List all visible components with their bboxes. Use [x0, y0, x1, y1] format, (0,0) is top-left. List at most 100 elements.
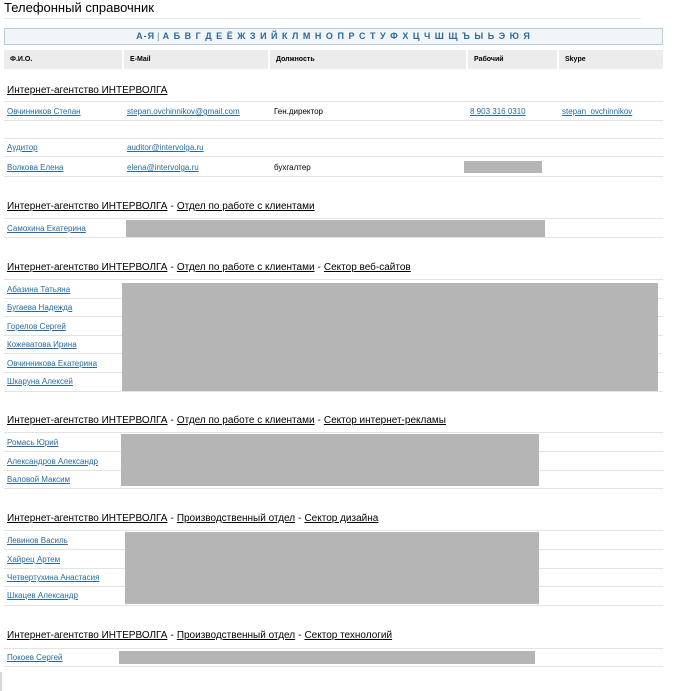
row-divider — [4, 101, 663, 102]
row-divider — [4, 176, 663, 177]
alphabet-letter-link[interactable]: Ф — [390, 31, 399, 41]
breadcrumb-sector[interactable]: Сектор веб-сайтов — [324, 262, 411, 273]
alphabet-letter-link[interactable]: Ш — [435, 31, 445, 41]
alphabet-letters: А Б В Г Д Е Ё Ж З И Й К Л М Н О П Р С Т … — [163, 31, 531, 41]
contact-name-link[interactable]: Шкацев Александр — [7, 591, 78, 601]
contact-name-link[interactable]: Левинов Василь — [7, 536, 68, 546]
group-title: Интернет-агентство ИНТЕРВОЛГА - Производст… — [7, 630, 393, 641]
alphabet-letter-link[interactable]: З — [250, 31, 257, 41]
alphabet-all-link[interactable]: А-Я — [136, 31, 155, 41]
contact-name-link[interactable]: Кожеватова Ирина — [7, 340, 77, 350]
contact-name-link[interactable]: Шкаруна Алексей — [7, 377, 73, 387]
alphabet-letter-link[interactable]: Ь — [488, 31, 495, 41]
contact-name-link[interactable]: Ромась Юрий — [7, 438, 58, 448]
alphabet-letter-link[interactable]: П — [337, 31, 344, 41]
contact-skype-link[interactable]: stepan_ovchinnikov — [562, 107, 632, 117]
alphabet-letter-link[interactable]: Х — [402, 31, 409, 41]
row-divider — [4, 138, 663, 139]
breadcrumb-company[interactable]: Интернет-агентство ИНТЕРВОЛГА — [7, 262, 167, 273]
page-title: Телефонный справочник — [4, 0, 154, 15]
header-work-phone: Рабочий — [468, 50, 557, 69]
row-divider — [4, 605, 663, 606]
contact-name-link[interactable]: Самохина Екатерина — [7, 224, 86, 234]
alphabet-letter-link[interactable]: А — [163, 31, 171, 41]
row-divider — [4, 237, 663, 238]
group-title: Интернет-агентство ИНТЕРВОЛГА - Отдел по р… — [7, 262, 411, 273]
alphabet-letter-link[interactable]: Е — [216, 31, 223, 41]
contact-name-link[interactable]: Бугаева Надежда — [7, 303, 72, 313]
alphabet-letter-link[interactable]: И — [260, 31, 267, 41]
contact-email-link[interactable]: stepan.ovchinnikov@gmail.com — [127, 107, 240, 117]
alphabet-letter-link[interactable]: Д — [205, 31, 212, 41]
breadcrumb-sector[interactable]: Сектор технологий — [304, 630, 392, 641]
title-divider — [4, 18, 641, 19]
contact-email-link[interactable]: elena@intervolga.ru — [127, 163, 199, 173]
group-title: Интернет-агентство ИНТЕРВОЛГА - Производст… — [7, 513, 379, 524]
breadcrumb-company[interactable]: Интернет-агентство ИНТЕРВОЛГА — [7, 201, 167, 212]
alphabet-letter-link[interactable]: О — [326, 31, 334, 41]
contact-name-link[interactable]: Аудитор — [7, 143, 38, 153]
alphabet-letter-link[interactable]: Б — [174, 31, 181, 41]
contact-name-link[interactable]: Горелов Сергей — [7, 322, 66, 332]
breadcrumb-department[interactable]: Отдел по работе с клиентами — [177, 415, 315, 426]
row-divider — [4, 666, 663, 667]
contact-name-link[interactable]: Овчинникова Екатерина — [7, 359, 97, 369]
alphabet-letter-link[interactable]: Э — [499, 31, 506, 41]
redacted-block — [126, 220, 545, 237]
breadcrumb-sector[interactable]: Сектор интернет-рекламы — [324, 415, 446, 426]
breadcrumb-sector[interactable]: Сектор дизайна — [304, 513, 378, 524]
alphabet-letter-link[interactable]: Н — [315, 31, 323, 41]
alphabet-letter-link[interactable]: Т — [370, 31, 377, 41]
breadcrumb-company[interactable]: Интернет-агентство ИНТЕРВОЛГА — [7, 630, 167, 641]
alphabet-letter-link[interactable]: Й — [271, 31, 278, 41]
row-divider — [4, 120, 663, 121]
alphabet-letter-link[interactable]: Ж — [237, 31, 246, 41]
alphabet-letter-link[interactable]: Ы — [474, 31, 484, 41]
header-position: Должность — [270, 50, 466, 69]
contact-email-link[interactable]: auditor@intervolga.ru — [127, 143, 204, 153]
alphabet-letter-link[interactable]: К — [282, 31, 289, 41]
redacted-block — [125, 532, 539, 604]
alphabet-letter-link[interactable]: С — [359, 31, 367, 41]
alphabet-letter-link[interactable]: У — [380, 31, 387, 41]
alphabet-letter-link[interactable]: Ю — [510, 31, 520, 41]
contact-name-link[interactable]: Покоев Сергей — [7, 653, 63, 663]
redacted-block — [121, 434, 539, 486]
alphabet-bar: А-Я | А Б В Г Д Е Ё Ж З И Й К Л М Н О П Р … — [4, 28, 663, 45]
contact-name-link[interactable]: Абазина Татьяна — [7, 285, 70, 295]
alphabet-letter-link[interactable]: Р — [348, 31, 355, 41]
header-name: Ф.И.О. — [4, 50, 122, 69]
contact-phone-link[interactable]: 8 903 316 0310 — [470, 107, 526, 117]
alphabet-letter-link[interactable]: Л — [292, 31, 299, 41]
alphabet-letter-link[interactable]: Ч — [424, 31, 431, 41]
breadcrumb-company[interactable]: Интернет-агентство ИНТЕРВОЛГА — [7, 513, 167, 524]
breadcrumb-department[interactable]: Отдел по работе с клиентами — [177, 201, 315, 212]
row-divider — [4, 156, 663, 157]
alphabet-letter-link[interactable]: Ё — [227, 31, 234, 41]
contact-name-link[interactable]: Александров Александр — [7, 457, 98, 467]
contact-name-link[interactable]: Валовой Максим — [7, 475, 70, 485]
breadcrumb-company[interactable]: Интернет-агентство ИНТЕРВОЛГА — [7, 415, 167, 426]
breadcrumb-department[interactable]: Производственный отдел — [177, 630, 295, 641]
alphabet-letter-link[interactable]: Ъ — [462, 31, 471, 41]
contact-name-link[interactable]: Овчинников Степан — [7, 107, 81, 117]
contact-name-link[interactable]: Хайрец Артем — [7, 555, 60, 565]
contact-name-link[interactable]: Четвертухина Анастасия — [7, 573, 99, 583]
alphabet-letter-link[interactable]: М — [303, 31, 312, 41]
row-divider — [4, 432, 663, 433]
alphabet-letter-link[interactable]: Ц — [413, 31, 421, 41]
row-divider — [4, 648, 663, 649]
row-divider — [4, 488, 663, 489]
alphabet-separator: | — [157, 31, 161, 41]
breadcrumb-company[interactable]: Интернет-агентство ИНТЕРВОЛГА — [7, 85, 167, 96]
breadcrumb-department[interactable]: Отдел по работе с клиентами — [177, 262, 315, 273]
alphabet-letter-link[interactable]: В — [185, 31, 193, 41]
scrollbar[interactable] — [0, 672, 2, 691]
contact-name-link[interactable]: Волкова Елена — [7, 163, 63, 173]
alphabet-letter-link[interactable]: Г — [196, 31, 202, 41]
alphabet-letter-link[interactable]: Я — [523, 31, 530, 41]
breadcrumb-department[interactable]: Производственный отдел — [177, 513, 295, 524]
group-title: Интернет-агентство ИНТЕРВОЛГА - Отдел по р… — [7, 415, 446, 426]
alphabet-letter-link[interactable]: Щ — [448, 31, 458, 41]
group-title: Интернет-агентство ИНТЕРВОЛГА — [7, 85, 167, 97]
